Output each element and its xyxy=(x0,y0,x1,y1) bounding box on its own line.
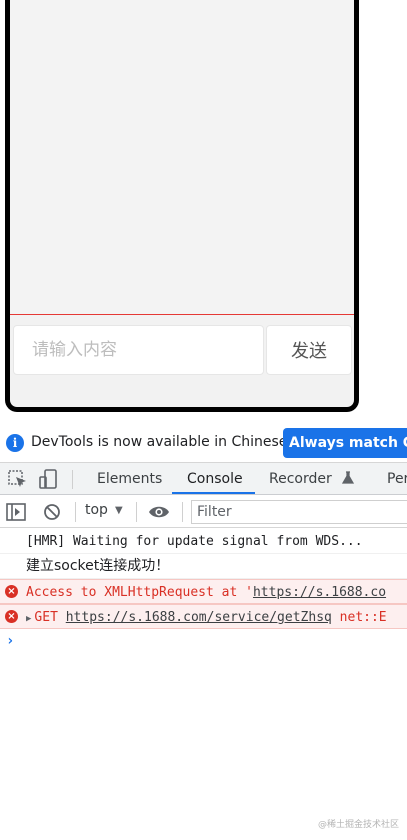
error-method: GET xyxy=(34,610,66,625)
tab-performance[interactable]: Per xyxy=(387,463,407,495)
toolbar-separator xyxy=(136,502,137,522)
toolbar-separator xyxy=(75,502,76,522)
error-link[interactable]: https://s.1688.co xyxy=(253,585,386,600)
console-filter-input[interactable] xyxy=(191,500,407,524)
error-icon: × xyxy=(5,585,18,598)
phone-frame: 发送 xyxy=(5,0,359,412)
console-log-row: 建立socket连接成功！ xyxy=(0,554,407,579)
tab-recorder-label: Recorder xyxy=(269,471,332,487)
console-prompt-row[interactable]: › xyxy=(0,629,407,653)
info-icon: i xyxy=(6,434,24,452)
console-output: [HMR] Waiting for update signal from WDS… xyxy=(0,529,407,653)
input-divider xyxy=(10,314,354,315)
chevron-down-icon[interactable]: ▼ xyxy=(115,505,123,516)
devtools-tabbar: Elements Console Recorder Per xyxy=(0,462,407,495)
prompt-chevron-icon: › xyxy=(6,633,15,649)
console-toolbar: top ▼ xyxy=(0,496,407,528)
eye-icon[interactable] xyxy=(148,504,170,524)
log-message: 建立socket连接成功！ xyxy=(26,558,170,574)
toolbar-separator xyxy=(182,502,183,522)
error-icon: × xyxy=(5,610,18,623)
infobar-message: DevTools is now available in Chinese! xyxy=(31,434,293,450)
show-sidebar-icon[interactable] xyxy=(6,503,26,525)
active-tab-indicator xyxy=(172,492,255,494)
send-button[interactable]: 发送 xyxy=(266,325,352,375)
always-match-language-button[interactable]: Always match Chr xyxy=(283,428,407,458)
console-error-row[interactable]: × ▶ GET https://s.1688.com/service/getZhs… xyxy=(0,604,407,629)
error-message: Access to XMLHttpRequest at ' xyxy=(26,585,253,600)
tabbar-separator xyxy=(72,470,73,489)
tab-recorder[interactable]: Recorder xyxy=(269,463,355,495)
tab-console[interactable]: Console xyxy=(187,463,243,495)
flask-icon xyxy=(342,471,355,484)
error-link[interactable]: https://s.1688.com/service/getZhsq xyxy=(66,610,332,625)
clear-console-icon[interactable] xyxy=(43,503,61,525)
tab-elements[interactable]: Elements xyxy=(97,463,162,495)
context-selector[interactable]: top xyxy=(85,502,108,518)
chat-message-input[interactable] xyxy=(13,325,264,375)
device-toolbar-icon[interactable] xyxy=(38,468,60,490)
chat-message-area[interactable] xyxy=(10,0,354,314)
console-error-row[interactable]: × Access to XMLHttpRequest at 'https://s… xyxy=(0,579,407,604)
watermark: @稀土掘金技术社区 xyxy=(318,820,400,830)
devtools-infobar: i DevTools is now available in Chinese! … xyxy=(0,426,407,460)
chat-input-row: 发送 xyxy=(10,321,354,379)
log-message: [HMR] Waiting for update signal from WDS… xyxy=(26,534,363,549)
console-log-row: [HMR] Waiting for update signal from WDS… xyxy=(0,529,407,554)
expand-triangle-icon[interactable]: ▶ xyxy=(26,614,31,624)
inspect-element-icon[interactable] xyxy=(7,468,29,490)
error-suffix: net::E xyxy=(331,610,387,625)
